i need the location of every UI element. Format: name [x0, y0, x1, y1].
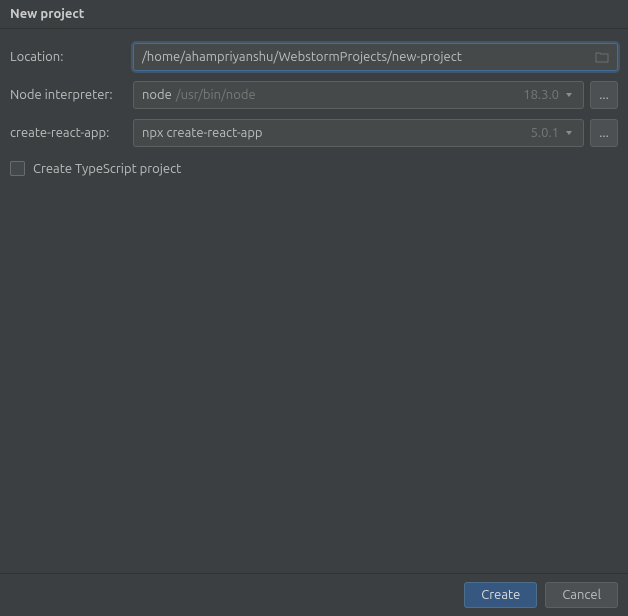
location-input-text[interactable]: [142, 50, 609, 64]
cra-value: npx create-react-app: [142, 126, 263, 140]
interpreter-value: node: [142, 88, 172, 102]
chevron-down-icon: [565, 129, 573, 137]
location-input[interactable]: [133, 43, 618, 71]
interpreter-version: 18.3.0: [523, 88, 559, 102]
typescript-checkbox-label: Create TypeScript project: [33, 162, 181, 176]
dialog-buttons: Create Cancel: [0, 573, 628, 616]
folder-icon[interactable]: [595, 51, 609, 63]
create-button[interactable]: Create: [464, 582, 537, 608]
cra-label: create-react-app:: [10, 126, 125, 140]
typescript-checkbox[interactable]: [10, 161, 25, 176]
interpreter-row: Node interpreter: node /usr/bin/node 18.…: [10, 81, 618, 109]
interpreter-label: Node interpreter:: [10, 88, 125, 102]
cra-more-button[interactable]: ...: [590, 119, 618, 147]
interpreter-hint: /usr/bin/node: [176, 88, 256, 102]
cra-version: 5.0.1: [531, 126, 559, 140]
location-row: Location:: [10, 43, 618, 71]
typescript-checkbox-row[interactable]: Create TypeScript project: [10, 157, 618, 180]
interpreter-select[interactable]: node /usr/bin/node 18.3.0: [133, 81, 584, 109]
cra-row: create-react-app: npx create-react-app 5…: [10, 119, 618, 147]
form-area: Location: Node interpreter: node /usr/bi…: [0, 29, 628, 573]
cancel-button[interactable]: Cancel: [545, 582, 618, 608]
dialog-title: New project: [0, 0, 628, 29]
chevron-down-icon: [565, 91, 573, 99]
location-label: Location:: [10, 50, 125, 64]
interpreter-more-button[interactable]: ...: [590, 81, 618, 109]
cra-select[interactable]: npx create-react-app 5.0.1: [133, 119, 584, 147]
